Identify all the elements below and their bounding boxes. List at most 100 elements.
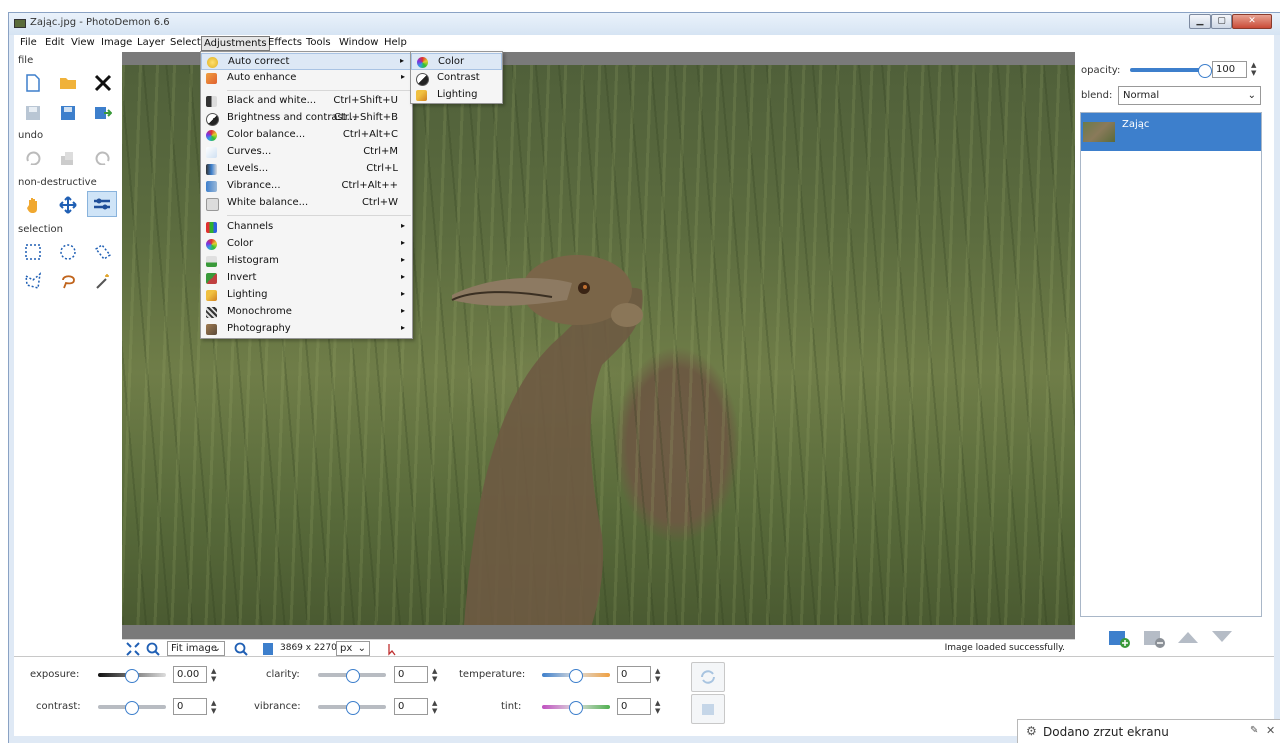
history-icon[interactable]: [54, 146, 82, 170]
open-folder-icon[interactable]: [54, 71, 82, 95]
bulb-icon: [207, 57, 218, 68]
menu-adjustments[interactable]: Adjustments: [201, 36, 270, 51]
vibrance-spinner[interactable]: ▲ ▼: [432, 699, 437, 715]
close-window-button[interactable]: ✕: [1232, 14, 1272, 29]
color-icon: [206, 239, 217, 250]
menu-window[interactable]: Window: [339, 37, 378, 48]
lasso-select-icon[interactable]: [54, 269, 82, 293]
temperature-input[interactable]: 0: [617, 666, 651, 683]
vibrance-slider-thumb[interactable]: [346, 701, 360, 715]
maximize-button[interactable]: ▢: [1211, 14, 1232, 29]
menu-item-vibrance[interactable]: Vibrance... Ctrl+Alt++: [201, 178, 412, 195]
clarity-slider-thumb[interactable]: [346, 669, 360, 683]
save-as-icon[interactable]: [54, 101, 82, 125]
clarity-label: clarity:: [266, 669, 300, 680]
clarity-input[interactable]: 0: [394, 666, 428, 683]
layer-row[interactable]: Zając: [1081, 113, 1261, 151]
menu-layer[interactable]: Layer: [137, 37, 165, 48]
zoom-select[interactable]: Fit image ⌄: [167, 641, 225, 656]
move-tool-icon[interactable]: [54, 193, 82, 217]
minimize-button[interactable]: ▁: [1189, 14, 1211, 29]
menu-item-color-balance[interactable]: Color balance... Ctrl+Alt+C: [201, 127, 412, 144]
ellipse-select-icon[interactable]: [54, 240, 82, 264]
clarity-spinner[interactable]: ▲ ▼: [432, 667, 437, 683]
submenu-item-lighting[interactable]: Lighting: [411, 87, 502, 104]
selection-section-label: selection: [18, 224, 63, 235]
submenu-item-contrast[interactable]: Contrast: [411, 70, 502, 87]
title-bar[interactable]: [9, 13, 1280, 35]
menu-item-lighting[interactable]: Lighting ▸: [201, 287, 412, 304]
temperature-spinner[interactable]: ▲ ▼: [655, 667, 660, 683]
undo-icon[interactable]: [19, 146, 47, 170]
menu-item-curves[interactable]: Curves... Ctrl+M: [201, 144, 412, 161]
contrast-spinner[interactable]: ▲ ▼: [211, 699, 216, 715]
menu-item-color[interactable]: Color ▸: [201, 236, 412, 253]
rect-select-icon[interactable]: [19, 240, 47, 264]
tint-slider-thumb[interactable]: [569, 701, 583, 715]
menu-item-histogram[interactable]: Histogram ▸: [201, 253, 412, 270]
move-layer-up-icon[interactable]: [1177, 630, 1199, 647]
hand-tool-icon[interactable]: [19, 193, 47, 217]
menu-image[interactable]: Image: [101, 37, 132, 48]
menu-tools[interactable]: Tools: [306, 37, 331, 48]
menu-select[interactable]: Select: [170, 37, 201, 48]
exposure-spinner[interactable]: ▲ ▼: [211, 667, 216, 683]
vibrance-input[interactable]: 0: [394, 698, 428, 715]
exposure-input[interactable]: 0.00: [173, 666, 207, 683]
move-layer-down-icon[interactable]: [1211, 630, 1233, 647]
gear-icon: ⚙: [1026, 724, 1037, 738]
menu-file[interactable]: File: [20, 37, 37, 48]
menu-help[interactable]: Help: [384, 37, 407, 48]
close-image-icon[interactable]: [89, 71, 117, 95]
tint-spinner[interactable]: ▲ ▼: [655, 699, 660, 715]
blend-label: blend:: [1081, 90, 1113, 101]
menu-item-auto-enhance[interactable]: Auto enhance ▸: [201, 70, 412, 87]
delete-layer-icon[interactable]: [1143, 627, 1167, 652]
menu-item-brightness-contrast[interactable]: Brightness and contrast... Ctrl+Shift+B: [201, 110, 412, 127]
levels-icon: [206, 164, 217, 175]
menu-item-auto-correct[interactable]: Auto correct ▸: [201, 53, 412, 70]
menu-item-channels[interactable]: Channels ▸: [201, 219, 412, 236]
unit-select[interactable]: px ⌄: [336, 641, 370, 656]
close-icon[interactable]: ✕: [1266, 724, 1275, 737]
menu-item-monochrome[interactable]: Monochrome ▸: [201, 304, 412, 321]
adjustments-tool-icon[interactable]: [87, 191, 117, 217]
menu-edit[interactable]: Edit: [45, 37, 64, 48]
chevron-down-icon: ⌄: [212, 643, 221, 654]
save-icon[interactable]: [19, 101, 47, 125]
enhance-icon: [206, 73, 217, 84]
apply-button[interactable]: [691, 694, 725, 724]
add-layer-icon[interactable]: [1108, 627, 1132, 652]
line-select-icon[interactable]: [89, 240, 117, 264]
contrast-slider-thumb[interactable]: [125, 701, 139, 715]
menu-item-photography[interactable]: Photography ▸: [201, 321, 412, 338]
photography-icon: [206, 324, 217, 335]
layers-list[interactable]: [1080, 112, 1262, 617]
menu-item-white-balance[interactable]: White balance... Ctrl+W: [201, 195, 412, 212]
submenu-item-color[interactable]: Color: [411, 53, 502, 70]
redo-icon[interactable]: [89, 146, 117, 170]
menu-view[interactable]: View: [71, 37, 95, 48]
exposure-slider-thumb[interactable]: [125, 669, 139, 683]
new-file-icon[interactable]: [19, 71, 47, 95]
tint-input[interactable]: 0: [617, 698, 651, 715]
menu-item-black-and-white[interactable]: Black and white... Ctrl+Shift+U: [201, 93, 412, 110]
pin-icon[interactable]: ✎: [1250, 725, 1258, 736]
blend-select[interactable]: Normal ⌄: [1118, 86, 1261, 105]
menu-effects[interactable]: Effects: [268, 37, 302, 48]
refresh-preview-button[interactable]: [691, 662, 725, 692]
contrast-input[interactable]: 0: [173, 698, 207, 715]
menu-item-invert[interactable]: Invert ▸: [201, 270, 412, 287]
polygon-select-icon[interactable]: [19, 269, 47, 293]
opacity-spinner[interactable]: ▲ ▼: [1251, 61, 1256, 77]
file-section-label: file: [18, 55, 34, 66]
apply-icon: [702, 704, 714, 715]
screenshot-notification[interactable]: ⚙ Dodano zrzut ekranu ✎ ✕: [1017, 719, 1280, 743]
opacity-slider-track[interactable]: [1130, 68, 1206, 72]
menu-item-levels[interactable]: Levels... Ctrl+L: [201, 161, 412, 178]
temperature-slider-thumb[interactable]: [569, 669, 583, 683]
export-icon[interactable]: [89, 101, 117, 125]
opacity-slider-thumb[interactable]: [1198, 64, 1212, 78]
magic-wand-icon[interactable]: [89, 269, 117, 293]
opacity-input[interactable]: 100: [1212, 61, 1247, 78]
